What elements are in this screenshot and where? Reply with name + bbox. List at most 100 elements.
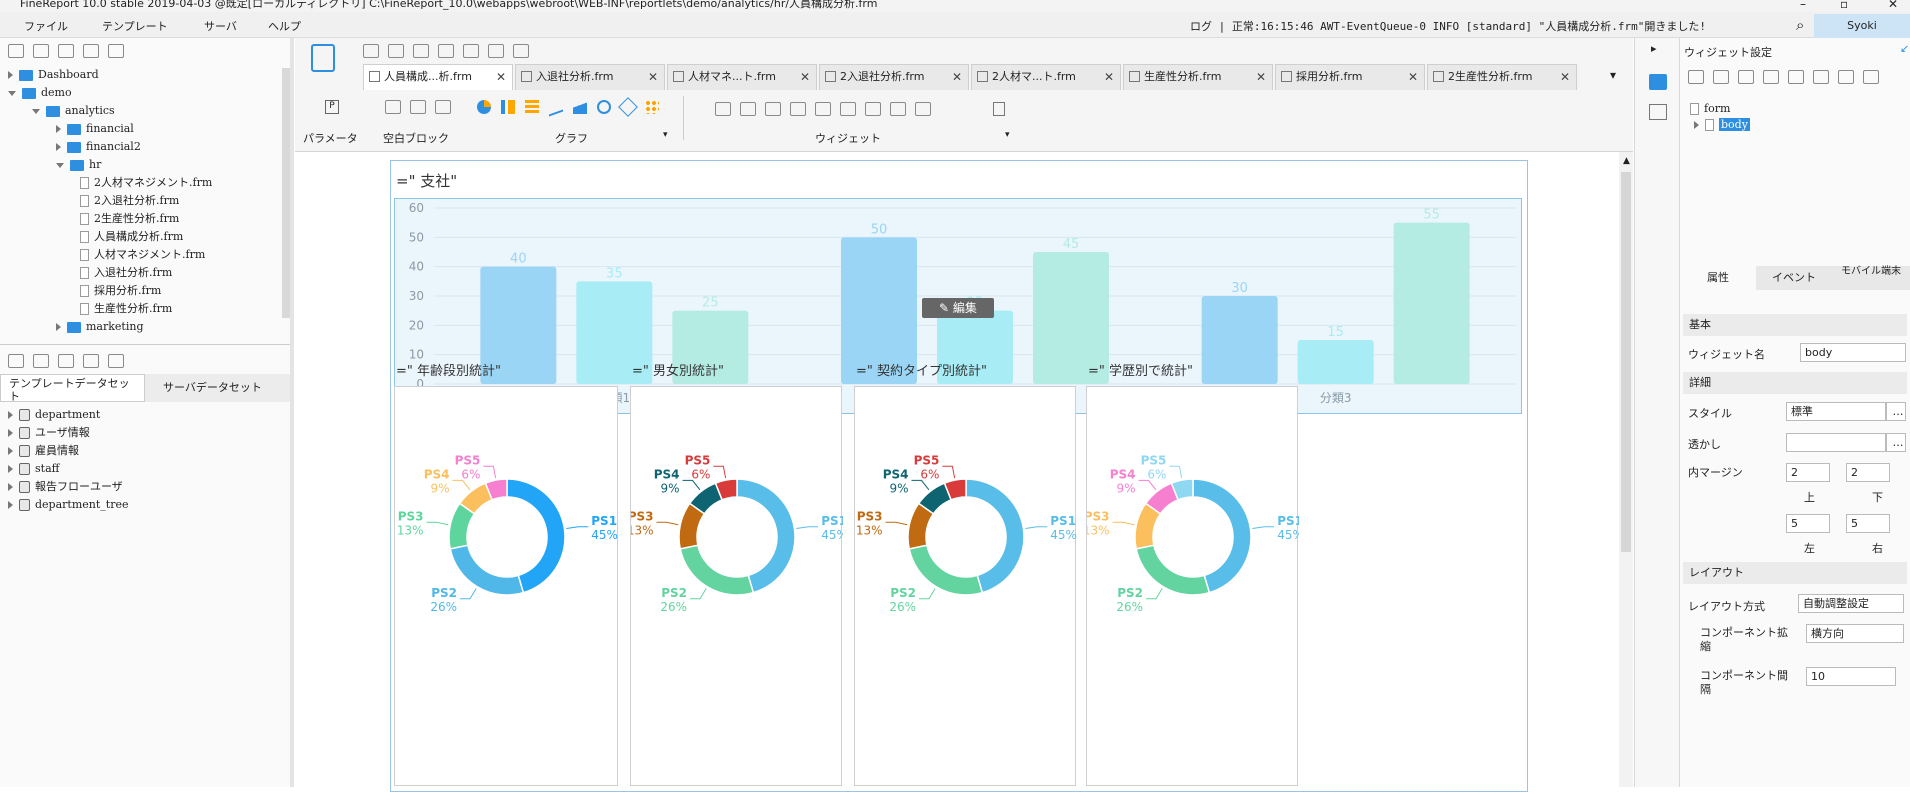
expand-icon[interactable] [8,501,13,509]
expand-icon[interactable] [8,447,13,455]
delete-icon[interactable] [1763,70,1779,84]
number-widget-icon[interactable] [865,102,881,116]
radar-chart-icon[interactable] [618,97,638,117]
clear-icon[interactable] [513,44,529,58]
parameter-icon[interactable]: P [325,100,339,114]
button-widget-icon[interactable] [765,102,781,116]
pin-icon[interactable]: ↙ [1900,42,1909,55]
padding-right-input[interactable]: 5 [1846,514,1890,533]
dataset-item[interactable]: department [8,406,100,424]
component-icon[interactable] [1649,104,1667,120]
copy-icon[interactable] [1713,70,1729,84]
undo-icon[interactable] [388,44,404,58]
edit-button[interactable]: ✎ 編集 [922,298,994,318]
tree-file[interactable]: 2生産性分析.frm [80,210,179,228]
expand-icon[interactable] [8,429,13,437]
dataset-item[interactable]: department_tree [8,496,128,514]
delete-icon[interactable] [108,44,124,58]
cut-icon[interactable] [438,44,454,58]
close-icon[interactable]: ✕ [1256,65,1266,89]
move-up-icon[interactable] [1838,70,1854,84]
copy-icon[interactable] [463,44,479,58]
padding-left-input[interactable]: 5 [1786,514,1830,533]
dataset-item[interactable]: staff [8,460,59,478]
tree-folder[interactable]: Dashboard [8,66,99,84]
comp-expand-select[interactable]: 横方向 [1806,624,1904,643]
close-icon[interactable]: ✕ [648,65,658,89]
minimize-icon[interactable]: – [1800,0,1806,10]
gauge-chart-icon[interactable] [597,100,611,114]
expand-icon[interactable] [56,143,61,151]
pie-chart-card[interactable]: PS145% PS226% PS313% PS49% PS56% [854,386,1077,786]
template-tab[interactable]: 入退社分析.frm ✕ [515,64,665,90]
absolute-block-icon[interactable] [385,100,401,114]
menu-template[interactable]: テンプレート [102,18,168,34]
close-icon[interactable]: ✕ [1408,65,1418,89]
tree-scrollbar[interactable] [282,68,290,318]
close-icon[interactable]: ✕ [1104,65,1114,89]
expand-icon[interactable] [32,108,40,114]
refresh-icon[interactable] [33,44,49,58]
template-tab[interactable]: 人材マネ...ト.frm ✕ [667,64,817,90]
textbox-widget-icon[interactable] [740,102,756,116]
layout-mode-select[interactable]: 自動調整設定 [1798,594,1904,613]
tree-file[interactable]: 人材マネジメント.frm [80,246,205,264]
close-icon[interactable]: ✕ [800,65,810,89]
tab-server-dataset[interactable]: サーバデータセット [145,374,292,402]
expand-icon[interactable] [8,411,13,419]
move-top-icon[interactable] [1788,70,1804,84]
cut-icon[interactable] [1688,70,1704,84]
connection-icon[interactable] [108,354,124,368]
menu-server[interactable]: サーバ [204,18,237,34]
section-basic[interactable]: 基本 [1683,314,1907,336]
move-icon[interactable] [58,44,74,58]
dataset-item[interactable]: 雇員情報 [8,442,79,460]
tree-folder[interactable]: analytics [32,102,115,120]
tree-folder[interactable]: financial [56,120,134,138]
paste-icon[interactable] [488,44,504,58]
widget-layout-icon[interactable] [311,44,335,72]
collapse-icon[interactable]: ▸ [1651,42,1657,55]
tab-events[interactable]: イベント [1756,266,1832,290]
tab-mobile[interactable]: モバイル端末 [1832,266,1910,290]
template-tab[interactable]: 人員構成...析.frm ✕ [363,64,513,90]
user-badge[interactable]: Syoki [1814,14,1910,38]
tree-folder[interactable]: hr [56,156,101,174]
checkbox-widget-icon[interactable] [890,102,906,116]
expand-icon[interactable] [56,162,64,168]
padding-top-input[interactable]: 2 [1786,463,1830,482]
preview-widget-icon[interactable] [993,102,1005,116]
save-icon[interactable] [363,44,379,58]
pie-chart-card[interactable]: PS145% PS226% PS313% PS49% PS56% [394,386,618,786]
dataset-item[interactable]: ユーザ情報 [8,424,90,442]
line-chart-icon[interactable] [549,97,563,117]
rename-icon[interactable] [83,44,99,58]
tab-properties[interactable]: 属性 [1680,266,1756,290]
close-icon[interactable]: ✕ [1560,65,1570,89]
widget-settings-icon[interactable] [1649,74,1667,90]
close-icon[interactable]: ✕ [496,65,506,89]
expand-icon[interactable] [56,323,61,331]
widget-name-input[interactable]: body [1800,343,1906,362]
radio-widget-icon[interactable] [915,102,931,116]
template-tab[interactable]: 2入退社分析.frm ✕ [819,64,969,90]
tree-file[interactable]: 生産性分析.frm [80,300,172,318]
tree-file[interactable]: 入退社分析.frm [80,264,172,282]
more-icon[interactable]: … [1886,402,1906,421]
edit-dataset-icon[interactable] [33,354,49,368]
scroll-thumb[interactable] [1621,172,1631,552]
search-icon[interactable]: ⌕ [1796,16,1804,34]
chevron-down-icon[interactable]: ▾ [1005,130,1010,140]
tree-body[interactable]: body [1694,118,1750,131]
expand-icon[interactable] [1694,121,1699,129]
paste-icon[interactable] [1738,70,1754,84]
expand-icon[interactable] [56,125,61,133]
menu-help[interactable]: ヘルプ [268,18,301,34]
redo-icon[interactable] [413,44,429,58]
tree-file[interactable]: 採用分析.frm [80,282,161,300]
add-dataset-icon[interactable] [8,354,24,368]
template-tab[interactable]: 生産性分析.frm ✕ [1123,64,1273,90]
section-layout[interactable]: レイアウト [1683,562,1907,584]
chevron-down-icon[interactable]: ▾ [663,130,668,140]
tab-menu-icon[interactable]: ▾ [1610,68,1616,82]
